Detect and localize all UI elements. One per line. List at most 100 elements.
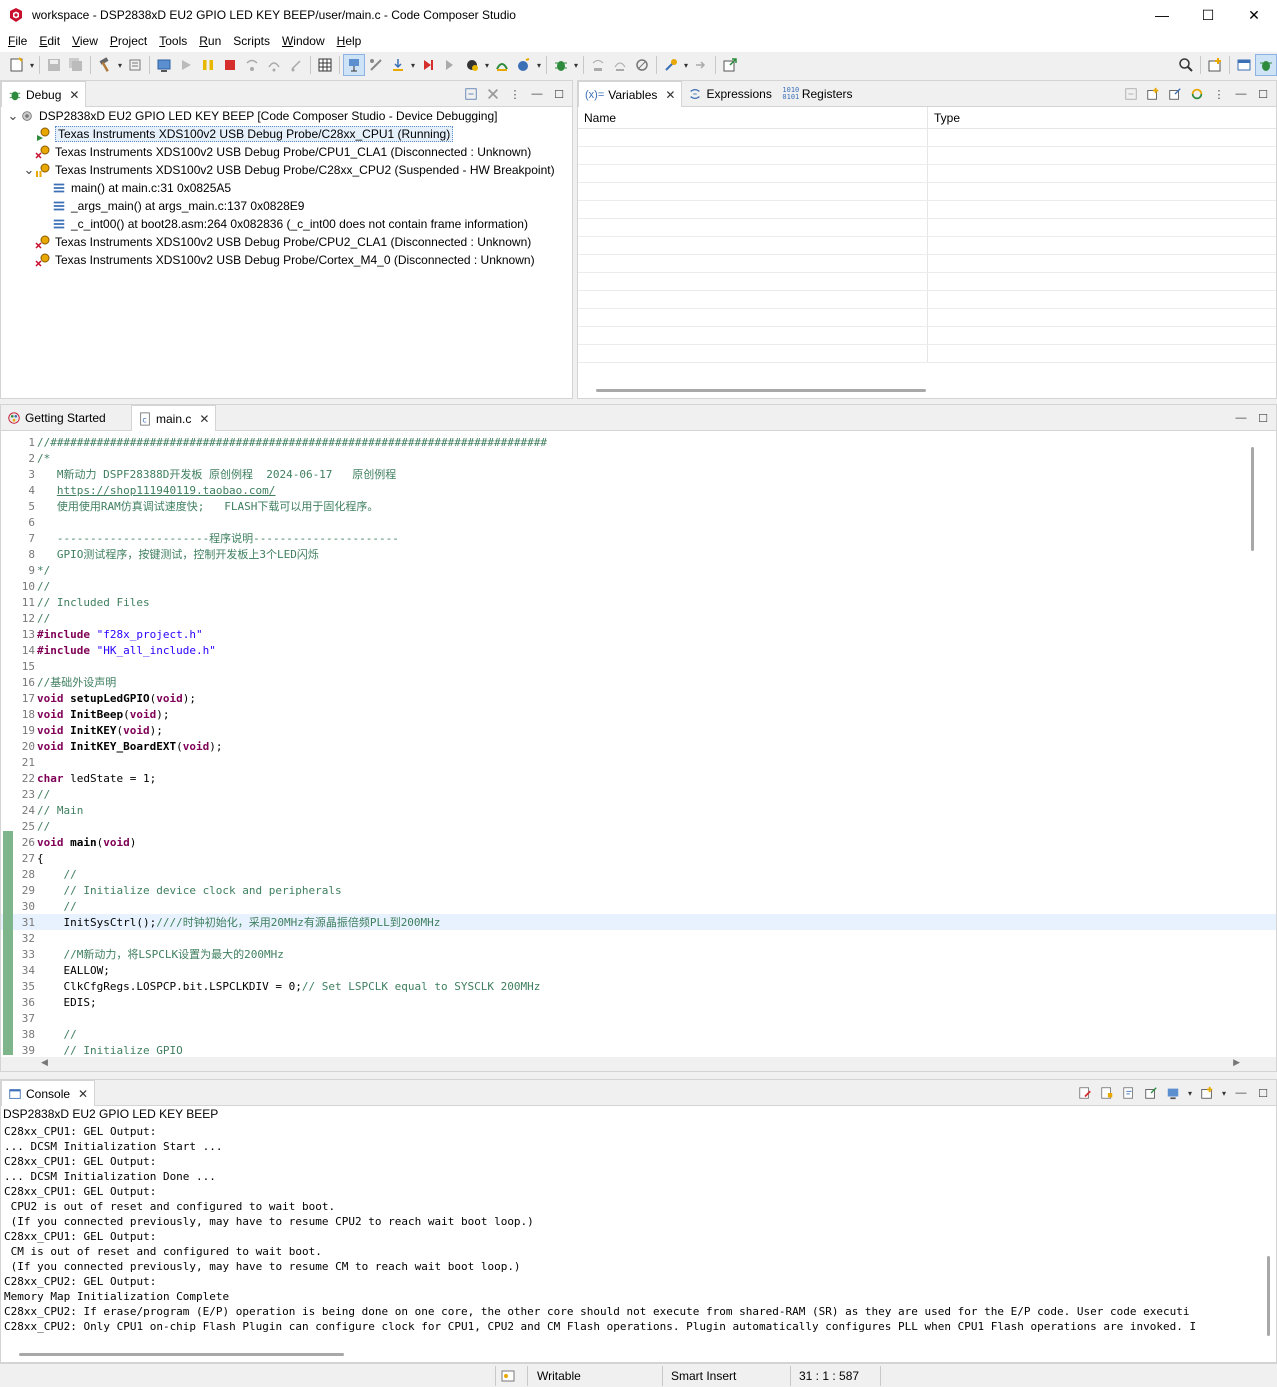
disconnect-target-icon[interactable]	[365, 54, 387, 76]
build-dropdown-icon[interactable]: ▾	[116, 61, 124, 70]
menu-item-edit[interactable]: Edit	[33, 34, 66, 48]
tab-main-c[interactable]: c main.c ✕	[131, 405, 217, 431]
debug-bug-icon[interactable]	[550, 54, 572, 76]
view-menu-icon[interactable]: ⋮	[1210, 85, 1228, 103]
tab-getting-started[interactable]: Getting Started	[1, 405, 131, 430]
scroll-lock-icon[interactable]	[1098, 1084, 1116, 1102]
open-console-icon[interactable]	[1198, 1084, 1216, 1102]
export-icon[interactable]	[1166, 85, 1184, 103]
reset-cpu-icon[interactable]	[439, 54, 461, 76]
suspend-icon[interactable]	[197, 54, 219, 76]
menu-item-project[interactable]: Project	[104, 34, 153, 48]
load-program-icon[interactable]	[387, 54, 409, 76]
console-horizontal-scrollbar[interactable]	[19, 1353, 344, 1356]
connect-target-icon[interactable]	[343, 54, 365, 76]
menu-item-help[interactable]: Help	[331, 34, 368, 48]
close-icon[interactable]: ✕	[69, 88, 79, 102]
editor-horizontal-scrollbar[interactable]: ◀ ▶	[1, 1057, 1276, 1071]
new-icon[interactable]	[6, 54, 28, 76]
external-tools-icon[interactable]	[660, 54, 682, 76]
horizontal-scrollbar[interactable]	[596, 389, 926, 392]
step-into-icon[interactable]	[241, 54, 263, 76]
step-return-icon[interactable]	[285, 54, 307, 76]
debug-tree-item[interactable]: Texas Instruments XDS100v2 USB Debug Pro…	[1, 251, 572, 269]
tab-debug[interactable]: Debug ✕	[1, 81, 87, 107]
open-console-dropdown-icon[interactable]: ▾	[1220, 1089, 1228, 1098]
restart-icon[interactable]	[417, 54, 439, 76]
scroll-right-icon[interactable]: ▶	[1233, 1057, 1240, 1068]
refresh-icon[interactable]	[1188, 85, 1206, 103]
chevron-down-icon[interactable]: ⌄	[7, 109, 19, 122]
search-target-icon[interactable]	[631, 54, 653, 76]
step-over-icon[interactable]	[263, 54, 285, 76]
memory-browser-icon[interactable]	[314, 54, 336, 76]
breakpoint-icon[interactable]	[461, 54, 483, 76]
clear-console-icon[interactable]	[1076, 1084, 1094, 1102]
debug-perspective-icon[interactable]	[153, 54, 175, 76]
edit-perspective-icon[interactable]	[1233, 54, 1255, 76]
column-type-header[interactable]: Type	[928, 107, 966, 128]
debug-tree-item[interactable]: Texas Instruments XDS100v2 USB Debug Pro…	[1, 125, 572, 143]
breakpoint-dropdown-icon[interactable]: ▾	[483, 61, 491, 70]
pin-console-icon[interactable]	[1142, 1084, 1160, 1102]
debug-tree-item[interactable]: Texas Instruments XDS100v2 USB Debug Pro…	[1, 233, 572, 251]
console-output[interactable]: C28xx_CPU1: GEL Output: ... DCSM Initiali…	[1, 1124, 1276, 1346]
collapse-all-icon[interactable]	[462, 85, 480, 103]
minimize-view-icon[interactable]: —	[1232, 85, 1250, 103]
minimize-view-icon[interactable]: —	[1232, 409, 1250, 427]
open-perspective-icon[interactable]	[1204, 54, 1226, 76]
display-console-icon[interactable]	[1164, 1084, 1182, 1102]
resume-icon[interactable]	[175, 54, 197, 76]
view-menu-icon[interactable]: ⋮	[506, 85, 524, 103]
tab-console[interactable]: Console ✕	[1, 1080, 96, 1106]
chevron-down-icon[interactable]: ⌄	[23, 163, 35, 176]
menu-item-run[interactable]: Run	[193, 34, 227, 48]
menu-item-file[interactable]: File	[2, 34, 33, 48]
maximize-view-icon[interactable]: ☐	[1254, 85, 1272, 103]
debug-run-dropdown-icon[interactable]: ▾	[535, 61, 543, 70]
build-hammer-icon[interactable]	[94, 54, 116, 76]
vertical-scrollbar[interactable]	[1251, 447, 1254, 551]
new-dropdown-icon[interactable]: ▾	[28, 61, 36, 70]
maximize-view-icon[interactable]: ☐	[1254, 1084, 1272, 1102]
debug-tree-item[interactable]: main() at main.c:31 0x0825A5	[1, 179, 572, 197]
maximize-view-icon[interactable]: ☐	[550, 85, 568, 103]
minimize-view-icon[interactable]: —	[528, 85, 546, 103]
close-icon[interactable]: ✕	[665, 88, 675, 102]
minimize-view-icon[interactable]: —	[1232, 1084, 1250, 1102]
minimize-button[interactable]: —	[1139, 0, 1185, 30]
scroll-left-icon[interactable]: ◀	[41, 1057, 48, 1068]
menu-item-view[interactable]: View	[66, 34, 104, 48]
debug-run-icon[interactable]	[513, 54, 535, 76]
maximize-button[interactable]: ☐	[1185, 0, 1231, 30]
menu-item-scripts[interactable]: Scripts	[227, 34, 276, 48]
debug-tree-item[interactable]: _c_int00() at boot28.asm:264 0x082836 (_…	[1, 215, 572, 233]
tab-registers[interactable]: 1010 0101 Registers	[778, 81, 859, 106]
close-icon[interactable]: ✕	[78, 1087, 88, 1101]
save-icon[interactable]	[43, 54, 65, 76]
terminate-icon[interactable]	[219, 54, 241, 76]
debug-tree-item[interactable]: Texas Instruments XDS100v2 USB Debug Pro…	[1, 143, 572, 161]
search-icon[interactable]	[1175, 54, 1197, 76]
column-name-header[interactable]: Name	[578, 107, 928, 128]
word-wrap-icon[interactable]	[1120, 1084, 1138, 1102]
load-dropdown-icon[interactable]: ▾	[409, 61, 417, 70]
debug-tree-item[interactable]: ⌄ Texas Instruments XDS100v2 USB Debug Pr…	[1, 161, 572, 179]
new-watch-icon[interactable]	[1144, 85, 1162, 103]
tab-expressions[interactable]: Expressions	[682, 81, 777, 106]
code-editor[interactable]: 1//#####################################…	[1, 431, 1276, 1057]
close-icon[interactable]: ✕	[199, 412, 209, 426]
menu-item-window[interactable]: Window	[276, 34, 331, 48]
properties-icon[interactable]	[124, 54, 146, 76]
collapse-all-icon[interactable]	[1122, 85, 1140, 103]
save-all-icon[interactable]	[65, 54, 87, 76]
debug-perspective-active-icon[interactable]	[1255, 54, 1277, 76]
display-console-dropdown-icon[interactable]: ▾	[1186, 1089, 1194, 1098]
export-icon[interactable]	[690, 54, 712, 76]
debug-tree-item[interactable]: ⌄ DSP2838xD EU2 GPIO LED KEY BEEP [Code C…	[1, 107, 572, 125]
tab-variables[interactable]: (x)= Variables ✕	[578, 81, 683, 107]
maximize-view-icon[interactable]: ☐	[1254, 409, 1272, 427]
debug-dropdown-icon[interactable]: ▾	[572, 61, 580, 70]
assembly-step-over-icon[interactable]	[609, 54, 631, 76]
assembly-step-into-icon[interactable]	[587, 54, 609, 76]
